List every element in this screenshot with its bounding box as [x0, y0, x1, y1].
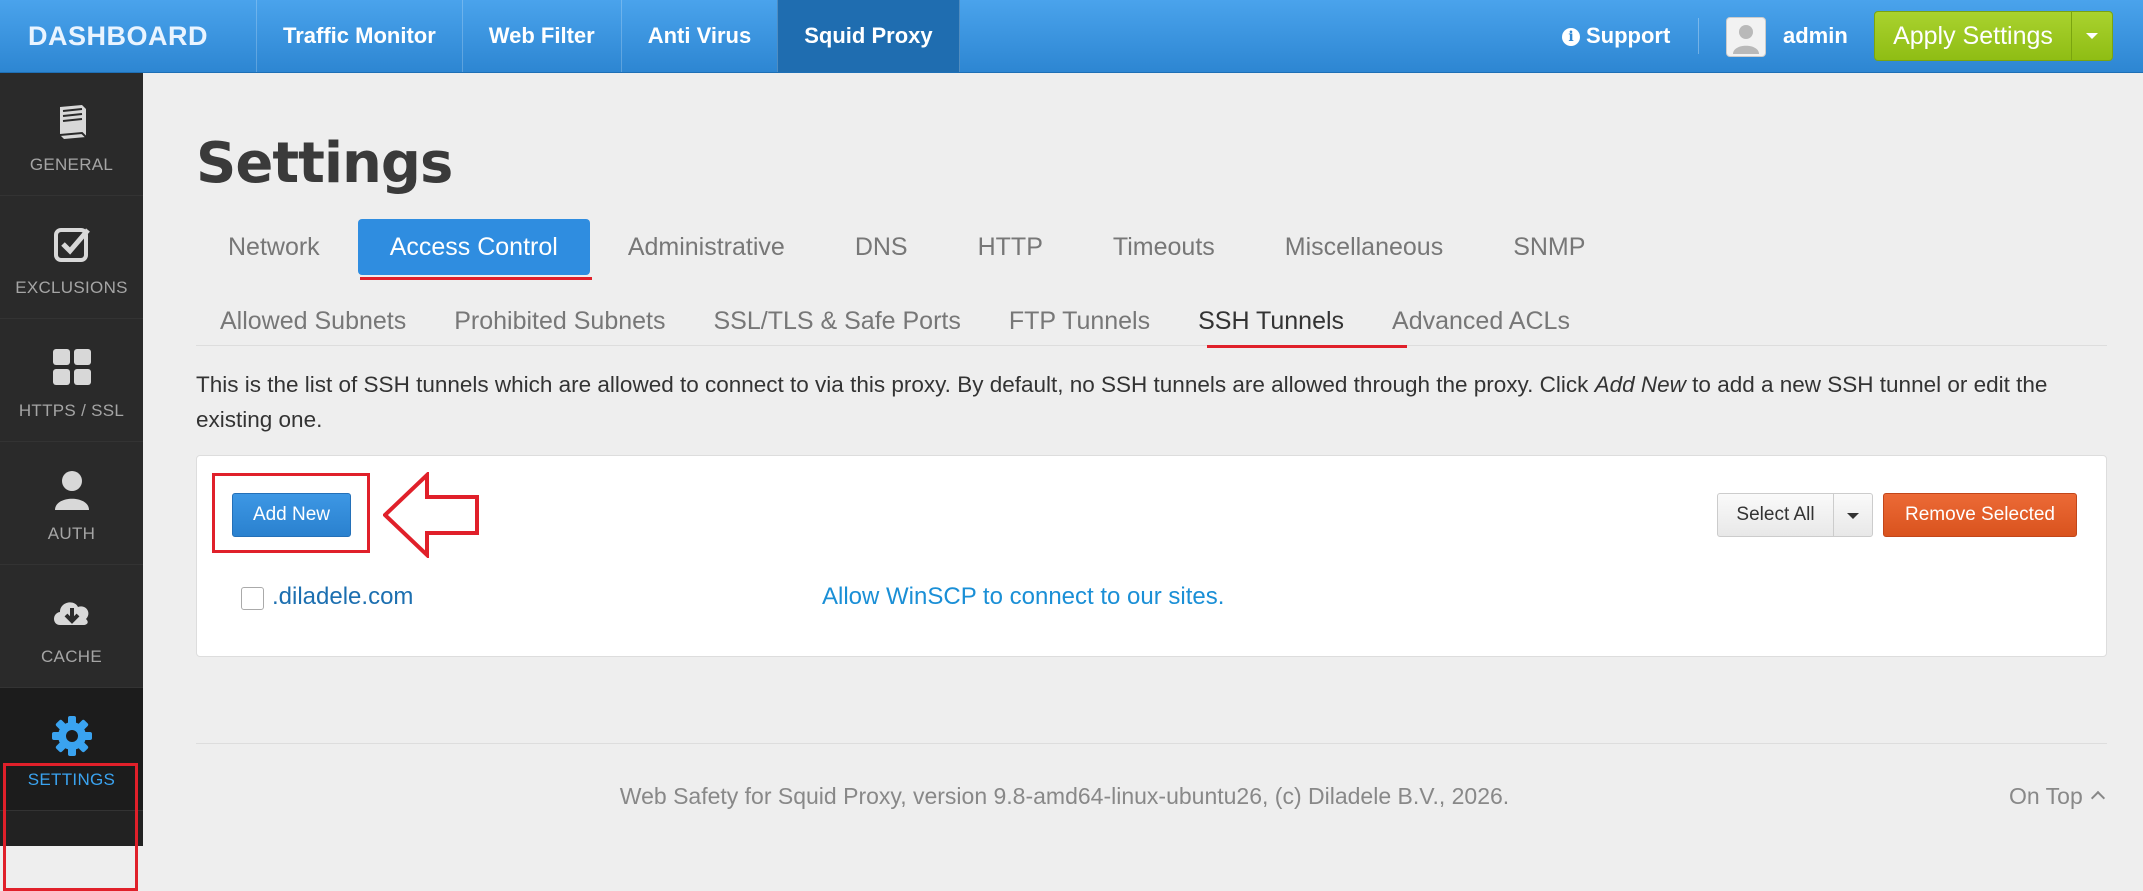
- on-top-label: On Top: [2009, 783, 2083, 809]
- sidebar-item-label: CACHE: [40, 647, 102, 666]
- on-top-link[interactable]: On Top: [2009, 783, 2105, 810]
- tab-miscellaneous[interactable]: Miscellaneous: [1253, 219, 1475, 275]
- select-all-button[interactable]: Select All: [1718, 494, 1833, 536]
- sidebar-item-label: GENERAL: [29, 155, 114, 174]
- sidebar-item-general[interactable]: GENERAL: [0, 73, 143, 196]
- user-menu[interactable]: admin: [1783, 0, 1848, 72]
- subtab-prohibited-subnets[interactable]: Prohibited Subnets: [430, 297, 689, 345]
- main-content: Settings Network Access Control Administ…: [143, 73, 2143, 846]
- chevron-up-icon: [2090, 790, 2105, 806]
- settings-tabs: Network Access Control Administrative DN…: [196, 219, 1623, 275]
- subtab-ssh-tunnels[interactable]: SSH Tunnels: [1174, 297, 1368, 345]
- page-description: This is the list of SSH tunnels which ar…: [196, 367, 2086, 437]
- apply-settings-button[interactable]: Apply Settings: [1874, 11, 2113, 61]
- sidebar-item-exclusions[interactable]: EXCLUSIONS: [0, 196, 143, 319]
- gear-icon: [51, 716, 92, 756]
- nav-traffic-monitor[interactable]: Traffic Monitor: [256, 0, 462, 72]
- tab-snmp[interactable]: SNMP: [1481, 219, 1617, 275]
- nav-squid-proxy[interactable]: Squid Proxy: [777, 0, 960, 72]
- tab-administrative[interactable]: Administrative: [596, 219, 817, 275]
- page-title: Settings: [196, 131, 453, 196]
- user-icon: [54, 471, 89, 510]
- footer-text: Web Safety for Squid Proxy, version 9.8-…: [619, 783, 1510, 809]
- tab-timeouts[interactable]: Timeouts: [1081, 219, 1247, 275]
- support-link[interactable]: i Support: [1562, 0, 1670, 72]
- avatar[interactable]: [1726, 17, 1766, 57]
- cloud-download-icon: [53, 602, 88, 625]
- add-new-button[interactable]: Add New: [232, 493, 351, 537]
- tab-access-control[interactable]: Access Control: [357, 219, 590, 275]
- access-control-subtabs: Allowed Subnets Prohibited Subnets SSL/T…: [196, 297, 2107, 346]
- row-checkbox[interactable]: [241, 587, 264, 610]
- subtab-allowed-subnets[interactable]: Allowed Subnets: [196, 297, 430, 345]
- tunnel-name-link[interactable]: .diladele.com: [272, 583, 413, 611]
- select-all-button-group: Select All: [1717, 493, 1873, 537]
- subtab-ftp-tunnels[interactable]: FTP Tunnels: [985, 297, 1174, 345]
- sidebar-item-label: HTTPS / SSL: [18, 401, 125, 420]
- nav-web-filter[interactable]: Web Filter: [461, 0, 621, 72]
- apply-settings-label: Apply Settings: [1893, 22, 2053, 50]
- sidebar: GENERAL EXCLUSIONS HTTPS / SSL AUTH CACH…: [0, 73, 143, 891]
- footer-divider: [196, 743, 2107, 744]
- book-icon: [59, 105, 87, 139]
- subtab-ssl-tls-safe-ports[interactable]: SSL/TLS & Safe Ports: [690, 297, 985, 345]
- brand-dashboard-link[interactable]: DASHBOARD: [0, 0, 256, 72]
- sidebar-item-settings[interactable]: SETTINGS: [0, 688, 143, 811]
- tab-network[interactable]: Network: [196, 219, 352, 275]
- divider: [1698, 18, 1699, 54]
- select-all-dropdown-toggle[interactable]: [1833, 494, 1872, 536]
- tab-http[interactable]: HTTP: [946, 219, 1075, 275]
- checkbox-icon: [53, 228, 90, 262]
- user-avatar-icon: [1733, 25, 1759, 54]
- description-emphasis: Add New: [1594, 372, 1686, 397]
- tunnel-description-link[interactable]: Allow WinSCP to connect to our sites.: [822, 583, 1224, 611]
- sidebar-item-auth[interactable]: AUTH: [0, 442, 143, 565]
- tab-dns[interactable]: DNS: [823, 219, 940, 275]
- active-tab-underline: [360, 277, 592, 280]
- pointer-arrow-icon: [383, 472, 479, 558]
- sidebar-item-label: SETTINGS: [27, 770, 116, 789]
- subtab-advanced-acls[interactable]: Advanced ACLs: [1368, 297, 1594, 345]
- info-icon: i: [1562, 28, 1580, 46]
- top-nav: Traffic Monitor Web Filter Anti Virus Sq…: [256, 0, 960, 72]
- nav-anti-virus[interactable]: Anti Virus: [620, 0, 778, 72]
- apply-dropdown-toggle[interactable]: [2071, 12, 2112, 60]
- sidebar-item-label: EXCLUSIONS: [15, 278, 128, 297]
- sidebar-item-label: AUTH: [47, 524, 96, 543]
- ssh-tunnels-panel: Add New Select All Remove Selected .dila…: [196, 455, 2107, 657]
- description-text: This is the list of SSH tunnels which ar…: [196, 372, 1595, 397]
- top-navbar: DASHBOARD Traffic Monitor Web Filter Ant…: [0, 0, 2143, 73]
- active-subtab-underline: [1207, 345, 1407, 348]
- support-label: Support: [1586, 23, 1671, 48]
- remove-selected-button[interactable]: Remove Selected: [1883, 493, 2077, 537]
- sidebar-item-cache[interactable]: CACHE: [0, 565, 143, 688]
- grid-icon: [52, 349, 91, 385]
- sidebar-item-https-ssl[interactable]: HTTPS / SSL: [0, 319, 143, 442]
